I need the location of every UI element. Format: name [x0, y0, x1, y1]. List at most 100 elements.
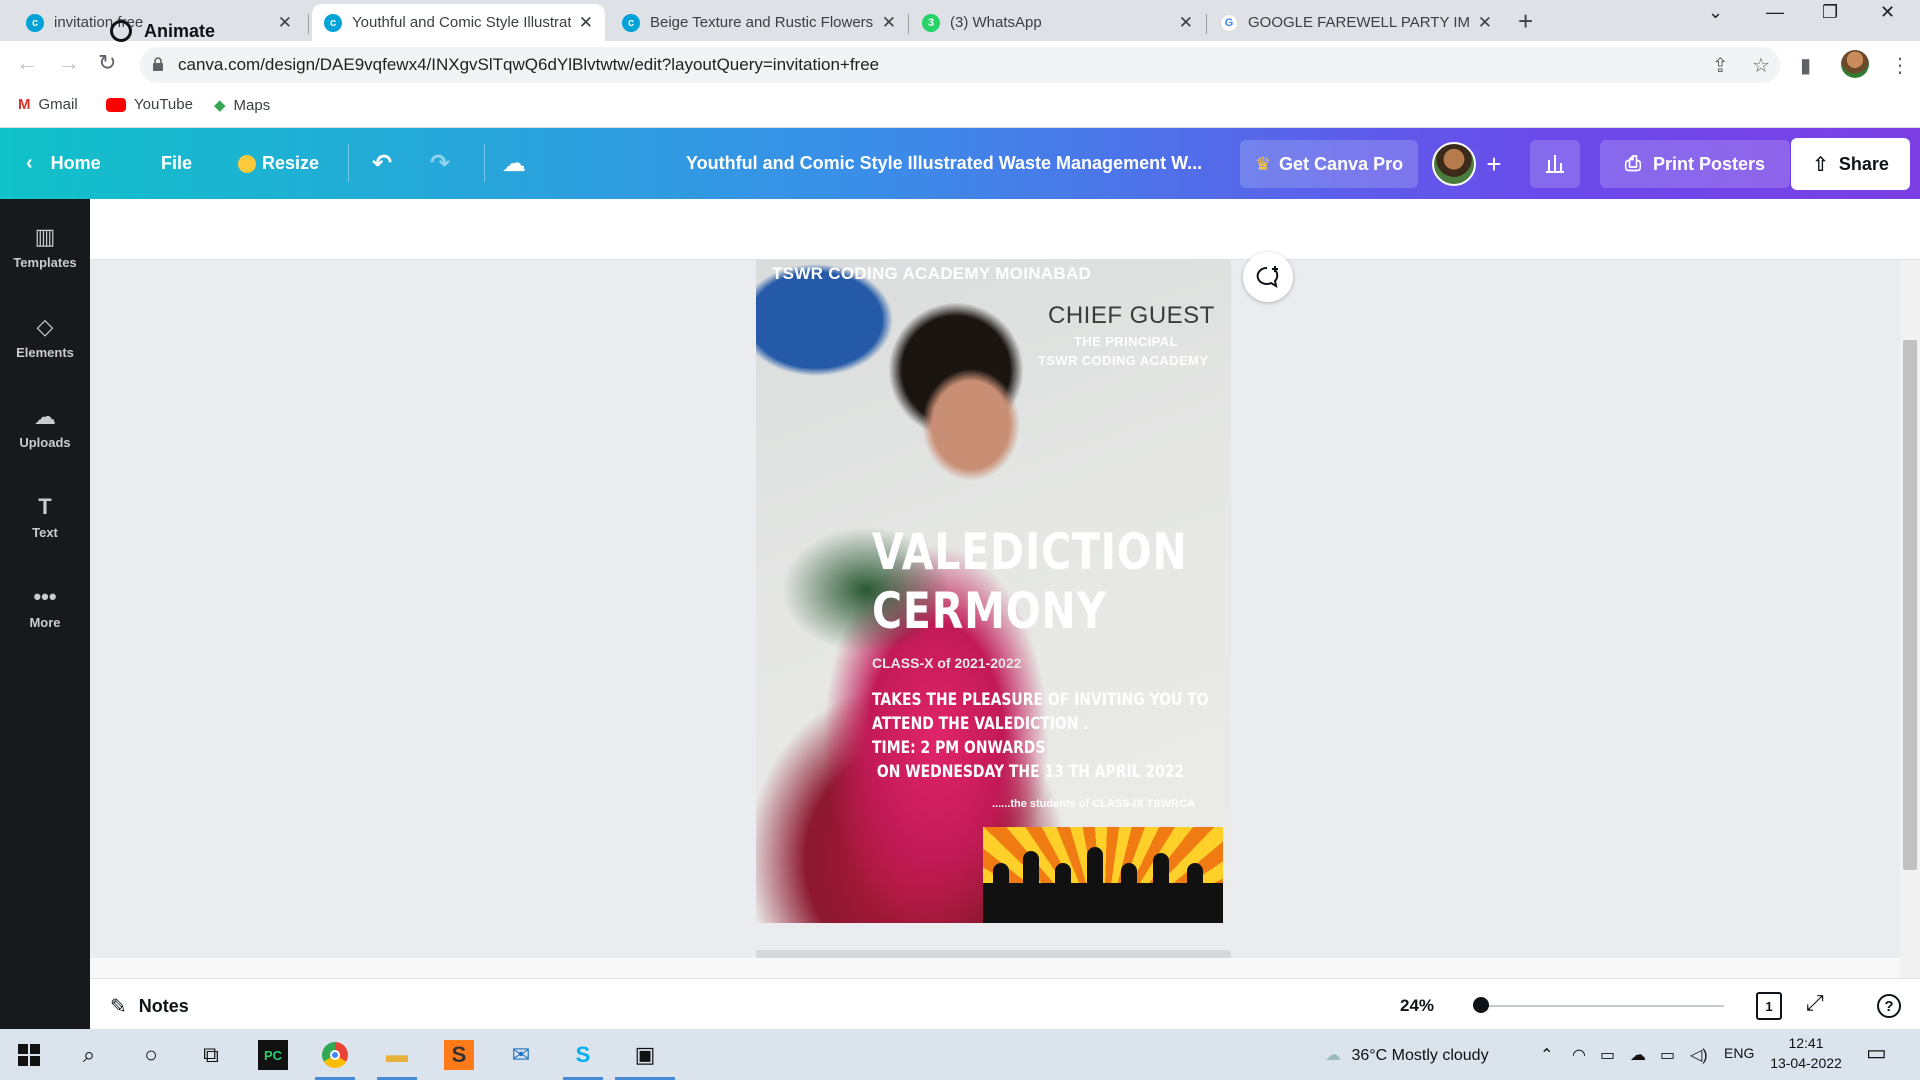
user-avatar[interactable] [1432, 142, 1476, 186]
new-tab-icon[interactable]: + [1518, 6, 1533, 37]
notifications-icon[interactable]: ▭ [1866, 1040, 1887, 1066]
bookmark-maps[interactable]: ◆ Maps [214, 96, 271, 115]
close-tab-icon[interactable]: ✕ [1179, 13, 1193, 33]
home-button[interactable]: ‹ Home [26, 128, 101, 199]
page-number-button[interactable]: 1 [1756, 992, 1782, 1020]
redo-icon[interactable]: ↷ [430, 128, 450, 199]
lock-icon[interactable] [152, 57, 164, 71]
close-tab-icon[interactable]: ✕ [579, 13, 593, 33]
bookmark-star-icon[interactable]: ☆ [1752, 53, 1770, 78]
close-tab-icon[interactable]: ✕ [1478, 13, 1492, 33]
bookmark-label: Maps [233, 96, 271, 114]
photos-icon[interactable]: ▣ [630, 1040, 660, 1070]
meet-now-icon[interactable]: ▭ [1600, 1045, 1615, 1065]
poster-title-line2[interactable]: CERMONY [872, 582, 1107, 640]
sublime-text-icon[interactable]: S [444, 1040, 474, 1070]
canva-header: ‹ Home File Resize ↶ ↷ ☁ Youthful and Co… [0, 128, 1920, 199]
undo-icon[interactable]: ↶ [372, 128, 392, 199]
weather-widget[interactable]: ☁ 36°C Mostly cloudy [1325, 1045, 1489, 1065]
zoom-level[interactable]: 24% [1400, 996, 1434, 1016]
fullscreen-icon[interactable]: ⤢ [1806, 990, 1824, 1016]
address-bar[interactable]: canva.com/design/DAE9vqfewx4/INXgvSlTqwQ… [140, 47, 1780, 83]
print-posters-button[interactable]: ⎙ Print Posters [1600, 140, 1790, 188]
sidebar-item-text[interactable]: T Text [0, 489, 90, 565]
share-page-icon[interactable]: ⇪ [1712, 53, 1729, 78]
side-panel-icon[interactable]: ▮ [1800, 53, 1811, 78]
uploads-icon: ☁ [34, 404, 56, 429]
show-hidden-icons[interactable]: ⌃ [1540, 1045, 1553, 1065]
battery-icon[interactable]: ▭ [1660, 1045, 1675, 1065]
crowd-silhouette [1023, 851, 1039, 903]
animate-button[interactable]: Animate [110, 20, 215, 42]
home-label: Home [50, 153, 101, 173]
browser-toolbar: ← → ↻ canva.com/design/DAE9vqfewx4/INXgv… [0, 41, 1920, 89]
poster-academy-name[interactable]: TSWR CODING ACADEMY MOINABAD [772, 264, 1091, 284]
profile-avatar[interactable] [1841, 50, 1869, 78]
browser-tab-youthful-comic[interactable]: c Youthful and Comic Style Illustrat ✕ [312, 4, 605, 41]
close-window-icon[interactable]: ✕ [1880, 2, 1895, 23]
notes-button[interactable]: ✎ Notes [110, 994, 189, 1019]
input-language[interactable]: ENG [1724, 1045, 1754, 1061]
search-icon[interactable]: ⌕ [74, 1040, 104, 1070]
poster-academy-short[interactable]: TSWR CODING ACADEMY [1038, 353, 1208, 368]
close-tab-icon[interactable]: ✕ [278, 13, 292, 33]
cloud-saved-icon[interactable]: ☁ [502, 128, 526, 199]
file-menu-button[interactable]: File [161, 128, 192, 199]
browser-tab-whatsapp[interactable]: 3 (3) WhatsApp ✕ [910, 4, 1205, 41]
browser-tab-beige-texture[interactable]: c Beige Texture and Rustic Flowers ✕ [610, 4, 908, 41]
bookmark-youtube[interactable]: YouTube [106, 96, 193, 113]
cortana-icon[interactable]: ○ [136, 1040, 166, 1070]
volume-icon[interactable]: ◁) [1690, 1045, 1708, 1065]
browser-tab-google-farewell[interactable]: G GOOGLE FAREWELL PARTY IMAG ✕ [1208, 4, 1504, 41]
vertical-scrollbar-thumb[interactable] [1903, 340, 1917, 870]
zoom-slider[interactable] [1480, 1005, 1724, 1007]
insights-button[interactable] [1530, 140, 1580, 188]
url-text: canva.com/design/DAE9vqfewx4/INXgvSlTqwQ… [178, 55, 880, 74]
canva-icon: c [26, 13, 44, 32]
get-canva-pro-button[interactable]: ♛ Get Canva Pro [1240, 140, 1418, 188]
poster-students-signature[interactable]: ......the students of CLASS-IX TSWRCA [992, 798, 1195, 810]
windows-start-icon[interactable] [14, 1040, 44, 1070]
sidebar-item-more[interactable]: ••• More [0, 579, 90, 655]
poster-invitation-body[interactable]: TAKES THE PLEASURE OF INVITING YOU TO AT… [872, 688, 1209, 784]
crown-icon: ♛ [1254, 153, 1272, 174]
share-button[interactable]: ⇧ Share [1791, 138, 1910, 190]
pycharm-icon[interactable]: PC [258, 1040, 288, 1070]
minimize-icon[interactable]: — [1766, 2, 1784, 23]
google-icon: G [1220, 13, 1238, 32]
sidebar-item-elements[interactable]: ◇ Elements [0, 309, 90, 385]
clock[interactable]: 12:41 13-04-2022 [1770, 1035, 1842, 1071]
tab-search-icon[interactable]: ⌄ [1708, 2, 1723, 23]
mail-icon[interactable]: ✉ [506, 1040, 536, 1070]
zoom-slider-handle[interactable] [1473, 997, 1489, 1013]
poster-class-line[interactable]: CLASS-X of 2021-2022 [872, 655, 1021, 671]
restore-icon[interactable]: ❐ [1822, 2, 1838, 23]
onedrive-icon[interactable]: ☁ [1630, 1045, 1646, 1065]
text-icon: T [38, 494, 52, 519]
add-people-icon[interactable]: + [1474, 142, 1514, 186]
poster-design[interactable]: TSWR CODING ACADEMY MOINABAD CHIEF GUEST… [756, 260, 1231, 923]
resize-button[interactable]: Resize [238, 128, 319, 199]
sidebar-item-templates[interactable]: ▥ Templates [0, 219, 90, 295]
horizontal-scrollbar[interactable] [90, 958, 1900, 978]
next-page-preview[interactable] [756, 950, 1231, 958]
bookmark-gmail[interactable]: M Gmail [18, 96, 78, 113]
wifi-icon[interactable]: ◠ [1572, 1045, 1586, 1065]
forward-icon[interactable]: → [58, 50, 80, 76]
file-explorer-icon[interactable]: ▬ [382, 1040, 412, 1070]
skype-icon[interactable]: S [568, 1040, 598, 1070]
poster-chief-guest[interactable]: CHIEF GUEST [1048, 302, 1215, 330]
party-crowd-image[interactable] [983, 827, 1223, 923]
sidebar-item-uploads[interactable]: ☁ Uploads [0, 399, 90, 475]
poster-title-line1[interactable]: VALEDICTION [872, 523, 1188, 581]
poster-principal[interactable]: THE PRINCIPAL [1074, 334, 1178, 349]
design-title[interactable]: Youthful and Comic Style Illustrated Was… [686, 128, 1202, 199]
add-comment-button[interactable] [1243, 252, 1293, 302]
browser-menu-icon[interactable]: ⋮ [1890, 53, 1910, 78]
back-icon[interactable]: ← [16, 50, 38, 76]
chrome-icon[interactable] [320, 1040, 350, 1070]
help-button[interactable]: ? [1877, 994, 1901, 1018]
reload-icon[interactable]: ↻ [98, 50, 116, 76]
task-view-icon[interactable]: ⧉ [196, 1040, 226, 1070]
close-tab-icon[interactable]: ✕ [882, 13, 896, 33]
